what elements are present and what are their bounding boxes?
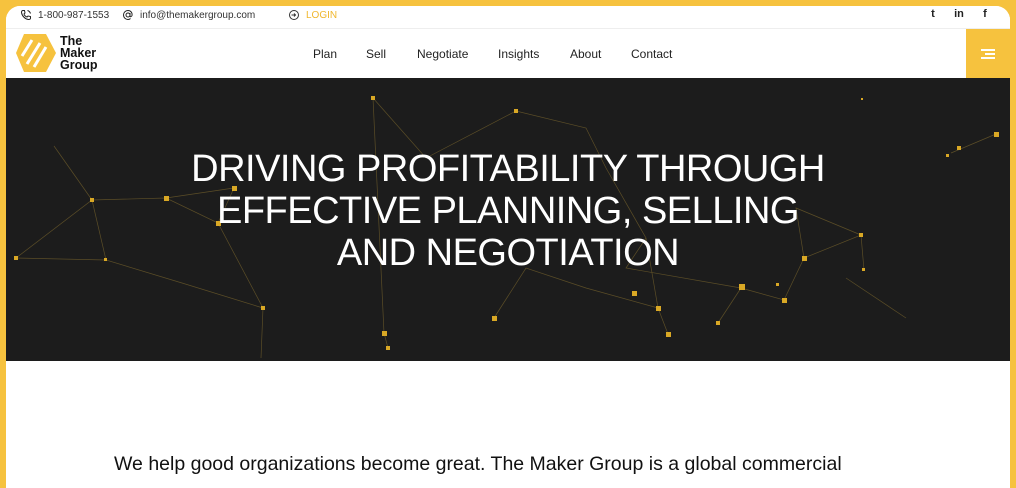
at-icon (122, 9, 133, 21)
phone-icon (20, 10, 31, 21)
nav-negotiate[interactable]: Negotiate (417, 47, 498, 61)
contact-bar: 1-800-987-1553 info@themakergroup.com LO… (6, 6, 1010, 26)
maker-logo-icon (16, 34, 56, 72)
site-logo[interactable]: The Maker Group (16, 34, 98, 72)
phone-link[interactable]: 1-800-987-1553 (20, 9, 109, 21)
hero-headline: DRIVING PROFITABILITY THROUGH EFFECTIVE … (6, 148, 1010, 274)
nav-plan[interactable]: Plan (313, 47, 366, 61)
nav-about[interactable]: About (570, 47, 631, 61)
site-header: The Maker Group Plan Sell Negotiate Insi… (6, 28, 1010, 79)
login-text: LOGIN (306, 9, 338, 21)
nav-contact[interactable]: Contact (631, 47, 691, 61)
hero-banner: DRIVING PROFITABILITY THROUGH EFFECTIVE … (6, 78, 1010, 361)
hero-line-2: EFFECTIVE PLANNING, SELLING (217, 190, 799, 232)
phone-text: 1-800-987-1553 (38, 9, 110, 21)
logo-line-3: Group (60, 58, 98, 72)
hero-line-1: DRIVING PROFITABILITY THROUGH (191, 148, 825, 190)
nav-insights[interactable]: Insights (498, 47, 570, 61)
email-text: info@themakergroup.com (140, 9, 256, 21)
hamburger-icon (981, 47, 995, 62)
main-nav: Plan Sell Negotiate Insights About Conta… (313, 29, 691, 79)
login-icon (289, 10, 299, 20)
login-link[interactable]: LOGIN (288, 9, 337, 21)
hero-line-3: AND NEGOTIATION (336, 232, 680, 274)
page-frame: 1-800-987-1553 info@themakergroup.com LO… (6, 6, 1010, 488)
logo-wordmark: The Maker Group (60, 35, 98, 72)
intro-paragraph: We help good organizations become great.… (114, 453, 842, 475)
email-link[interactable]: info@themakergroup.com (122, 9, 255, 21)
facebook-icon[interactable]: f (972, 8, 998, 20)
menu-button[interactable] (966, 29, 1010, 79)
nav-sell[interactable]: Sell (366, 47, 417, 61)
social-links: t in f (920, 8, 998, 20)
linkedin-icon[interactable]: in (946, 8, 972, 20)
twitter-icon[interactable]: t (920, 8, 946, 20)
